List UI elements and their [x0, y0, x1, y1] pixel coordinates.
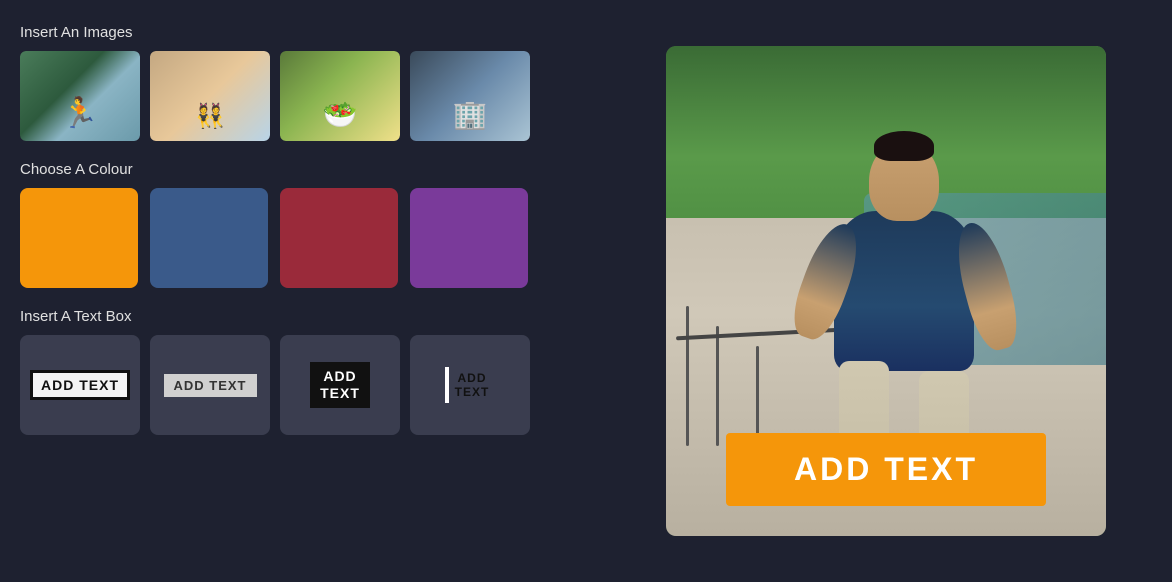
railing-post-1: [686, 306, 689, 446]
image-salad: [280, 51, 400, 141]
image-building: [410, 51, 530, 141]
textbox-option-3[interactable]: ADDTEXT: [280, 335, 400, 435]
textbox-label-3: ADDTEXT: [310, 362, 370, 408]
color-swatch-red[interactable]: [280, 188, 398, 288]
image-runner: [20, 51, 140, 141]
textbox-option-4[interactable]: ADDTEXT: [410, 335, 530, 435]
images-section: Insert An Images: [20, 24, 580, 141]
railing-post-2: [716, 326, 719, 446]
textboxes-section-title: Insert A Text Box: [20, 308, 580, 325]
colours-section: Choose A Colour: [20, 161, 580, 288]
textbox-option-1[interactable]: ADD TEXT: [20, 335, 140, 435]
textboxes-section: Insert A Text Box ADD TEXT ADD TEXT ADDT…: [20, 308, 580, 435]
color-swatch-blue[interactable]: [150, 188, 268, 288]
textbox-label-1: ADD TEXT: [30, 370, 130, 400]
image-group: [150, 51, 270, 141]
image-thumb-group[interactable]: [150, 51, 270, 141]
preview-background: ADD TEXT: [666, 46, 1106, 536]
colors-grid: [20, 188, 580, 288]
textbox-option-2[interactable]: ADD TEXT: [150, 335, 270, 435]
preview-text-overlay[interactable]: ADD TEXT: [726, 433, 1046, 506]
textbox-label-4: ADDTEXT: [445, 367, 496, 404]
preview-text-content: ADD TEXT: [794, 451, 978, 487]
image-thumb-building[interactable]: [410, 51, 530, 141]
images-grid: [20, 51, 580, 141]
image-thumb-runner[interactable]: [20, 51, 140, 141]
person-head: [869, 141, 939, 221]
colours-section-title: Choose A Colour: [20, 161, 580, 178]
left-panel: Insert An Images Choose A Colour: [0, 0, 600, 582]
image-thumb-salad[interactable]: [280, 51, 400, 141]
right-panel: ADD TEXT: [600, 0, 1172, 582]
textbox-grid: ADD TEXT ADD TEXT ADDTEXT ADDTEXT: [20, 335, 580, 435]
images-section-title: Insert An Images: [20, 24, 580, 41]
color-swatch-purple[interactable]: [410, 188, 528, 288]
textbox-label-2: ADD TEXT: [164, 374, 257, 397]
preview-person: [814, 141, 994, 451]
preview-canvas: ADD TEXT: [666, 46, 1106, 536]
railing-post-3: [756, 346, 759, 446]
person-hair: [874, 131, 934, 161]
color-swatch-orange[interactable]: [20, 188, 138, 288]
